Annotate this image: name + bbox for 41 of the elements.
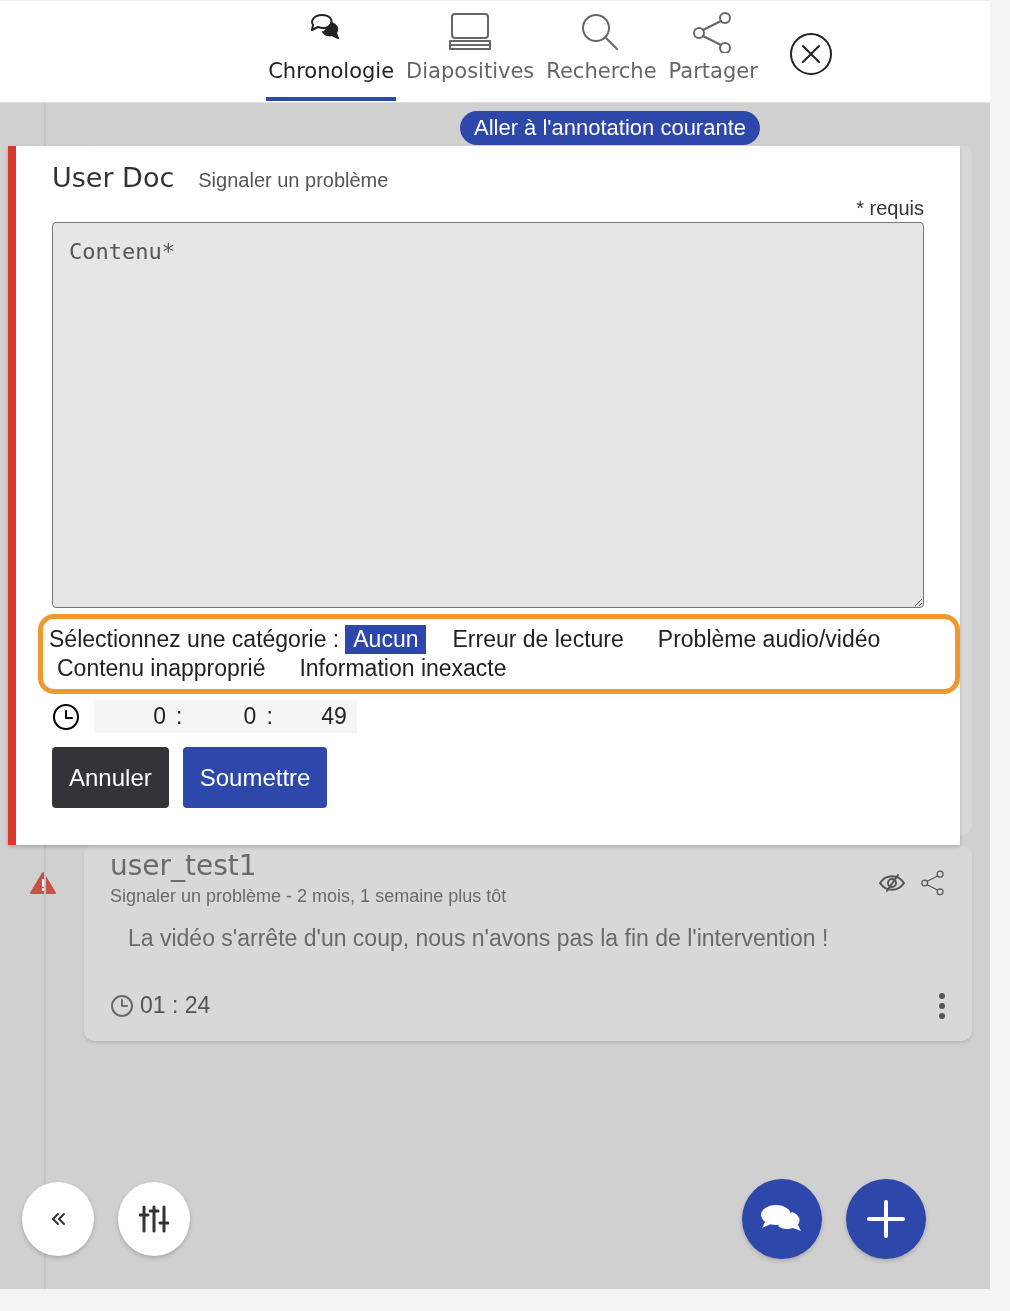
dialog-title: User Doc <box>52 162 175 193</box>
dialog-subtitle: Signaler un problème <box>198 169 389 192</box>
tab[interactable]: Recherche <box>544 1 659 101</box>
author-name: user_test1 <box>110 849 258 882</box>
sliders-icon <box>139 1205 169 1233</box>
category-option[interactable]: Aucun <box>345 625 427 654</box>
annotation-meta: Signaler un problème - 2 mois, 1 semaine plus tôt <box>110 886 507 907</box>
filter-button[interactable] <box>118 1182 190 1256</box>
plus-icon <box>867 1200 905 1238</box>
eye-slash-icon <box>878 873 906 893</box>
tab[interactable]: Diapositives <box>404 1 537 101</box>
jump-button[interactable]: Aller à l'annotation courante <box>459 111 760 145</box>
required-note: * requis <box>855 197 924 220</box>
category-option[interactable]: Problème audio/vidéo <box>649 625 889 654</box>
warning-icon <box>30 871 56 895</box>
cancel-button[interactable]: Annuler <box>52 747 169 808</box>
submit-button[interactable]: Soumettre <box>182 747 328 808</box>
time-input[interactable]: 49 <box>282 702 349 731</box>
time-separator: : <box>266 703 273 730</box>
category-label: Sélectionnez une catégorie : <box>49 626 340 653</box>
kebab-icon <box>938 992 946 1019</box>
time-separator: : <box>176 703 183 730</box>
comments-button[interactable] <box>742 1179 822 1259</box>
share-icon <box>920 870 946 896</box>
tab[interactable]: Partager <box>666 1 760 101</box>
time-input[interactable]: 0 <box>102 702 168 731</box>
add-button[interactable] <box>846 1179 926 1259</box>
double-chevron-icon <box>50 1212 66 1226</box>
annotation-text: La vidéo s'arrête d'un coup, nous n'avons pas la fin de l'intervention ! <box>128 925 830 952</box>
category-option[interactable]: Contenu inapproprié <box>49 654 274 683</box>
timestamp: 01 : 24 <box>140 992 211 1019</box>
category-option[interactable]: Erreur de lecture <box>444 625 632 654</box>
close-icon <box>787 31 834 77</box>
close-button[interactable] <box>787 31 834 77</box>
more-button[interactable] <box>938 992 946 1019</box>
clock-icon <box>110 993 134 1018</box>
clock-icon <box>52 702 80 731</box>
time-input[interactable]: 0 <box>192 702 259 731</box>
laptop-icon <box>447 11 494 53</box>
content-field[interactable]: Contenu* <box>52 222 924 608</box>
category-option[interactable]: Information inexacte <box>291 654 515 683</box>
